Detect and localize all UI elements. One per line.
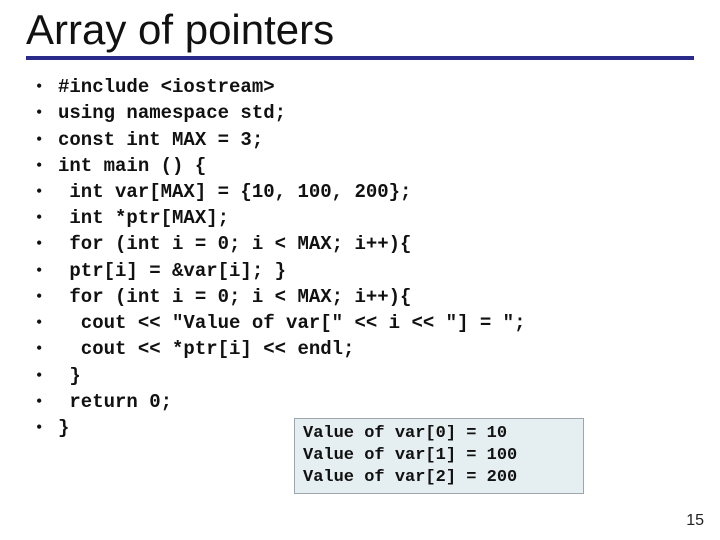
code-line: return 0; <box>36 389 720 415</box>
code-line: for (int i = 0; i < MAX; i++){ <box>36 231 720 257</box>
code-line: int var[MAX] = {10, 100, 200}; <box>36 179 720 205</box>
code-line: cout << "Value of var[" << i << "] = "; <box>36 310 720 336</box>
code-line: #include <iostream> <box>36 74 720 100</box>
code-line: using namespace std; <box>36 100 720 126</box>
output-line: Value of var[2] = 200 <box>303 468 517 487</box>
slide: Array of pointers #include <iostream> us… <box>0 0 720 540</box>
output-line: Value of var[1] = 100 <box>303 446 517 465</box>
code-line: for (int i = 0; i < MAX; i++){ <box>36 284 720 310</box>
code-line: ptr[i] = &var[i]; } <box>36 258 720 284</box>
output-line: Value of var[0] = 10 <box>303 424 507 443</box>
code-line: } <box>36 363 720 389</box>
code-line: int *ptr[MAX]; <box>36 205 720 231</box>
code-line: const int MAX = 3; <box>36 127 720 153</box>
page-number: 15 <box>686 512 704 530</box>
output-box: Value of var[0] = 10 Value of var[1] = 1… <box>294 418 584 494</box>
title-underline <box>26 56 694 60</box>
slide-title: Array of pointers <box>0 0 720 52</box>
code-line: int main () { <box>36 153 720 179</box>
code-line: cout << *ptr[i] << endl; <box>36 336 720 362</box>
code-block: #include <iostream> using namespace std;… <box>36 74 720 441</box>
